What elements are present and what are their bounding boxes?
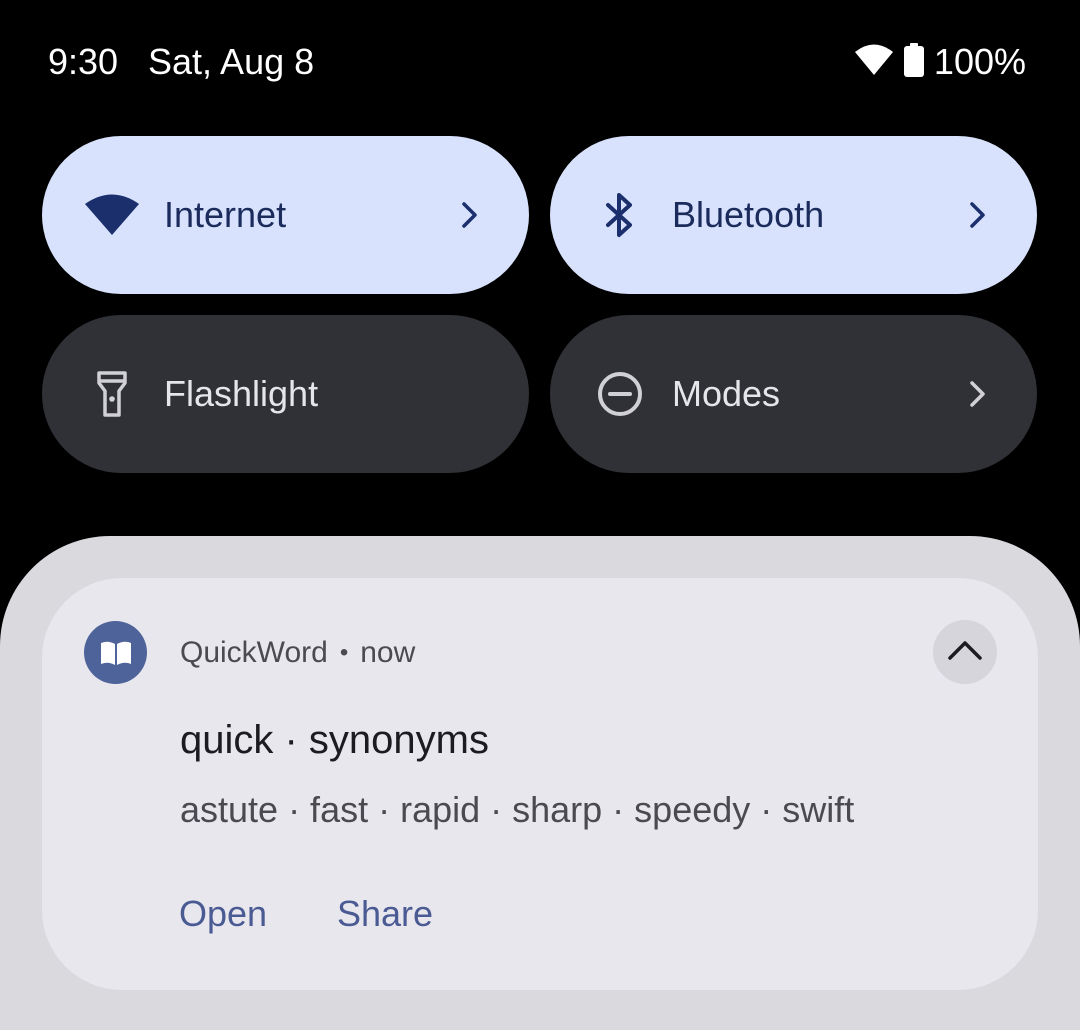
app-name: QuickWord (180, 636, 328, 669)
tile-modes[interactable]: Modes (550, 315, 1037, 473)
tile-flashlight-label: Flashlight (164, 373, 319, 414)
wifi-icon (854, 43, 894, 82)
share-button[interactable]: Share (337, 892, 433, 936)
bluetooth-icon (590, 185, 650, 245)
chevron-right-icon (455, 200, 485, 230)
notification-time: now (360, 636, 416, 669)
chevron-right-icon (963, 200, 993, 230)
book-icon (84, 621, 147, 684)
header-separator: • (339, 639, 349, 666)
wifi-icon (82, 185, 142, 245)
status-time: 9:30 (48, 41, 119, 82)
notification-title: quick · synonyms (180, 718, 489, 762)
status-icons: 100% (854, 40, 1026, 84)
notification-text: astute · fast · rapid · sharp · speedy ·… (180, 789, 855, 830)
tile-internet[interactable]: Internet (42, 136, 529, 294)
tile-modes-label: Modes (672, 373, 781, 414)
flashlight-icon (82, 364, 142, 424)
chevron-right-icon (963, 379, 993, 409)
tile-flashlight[interactable]: Flashlight (42, 315, 529, 473)
chevron-up-icon (947, 639, 983, 666)
do-not-disturb-icon (590, 364, 650, 424)
battery-percent: 100% (933, 41, 1026, 82)
notification-header: QuickWord • now (180, 634, 415, 672)
battery-icon (903, 42, 924, 82)
tile-bluetooth-label: Bluetooth (672, 194, 825, 235)
tile-bluetooth[interactable]: Bluetooth (550, 136, 1037, 294)
collapse-button[interactable] (933, 620, 997, 684)
status-date: Sat, Aug 8 (148, 41, 315, 82)
quick-settings-screen: 9:30 Sat, Aug 8 100% Internet Bluetooth … (0, 0, 1080, 1030)
open-button[interactable]: Open (179, 892, 267, 936)
tile-internet-label: Internet (164, 194, 287, 235)
